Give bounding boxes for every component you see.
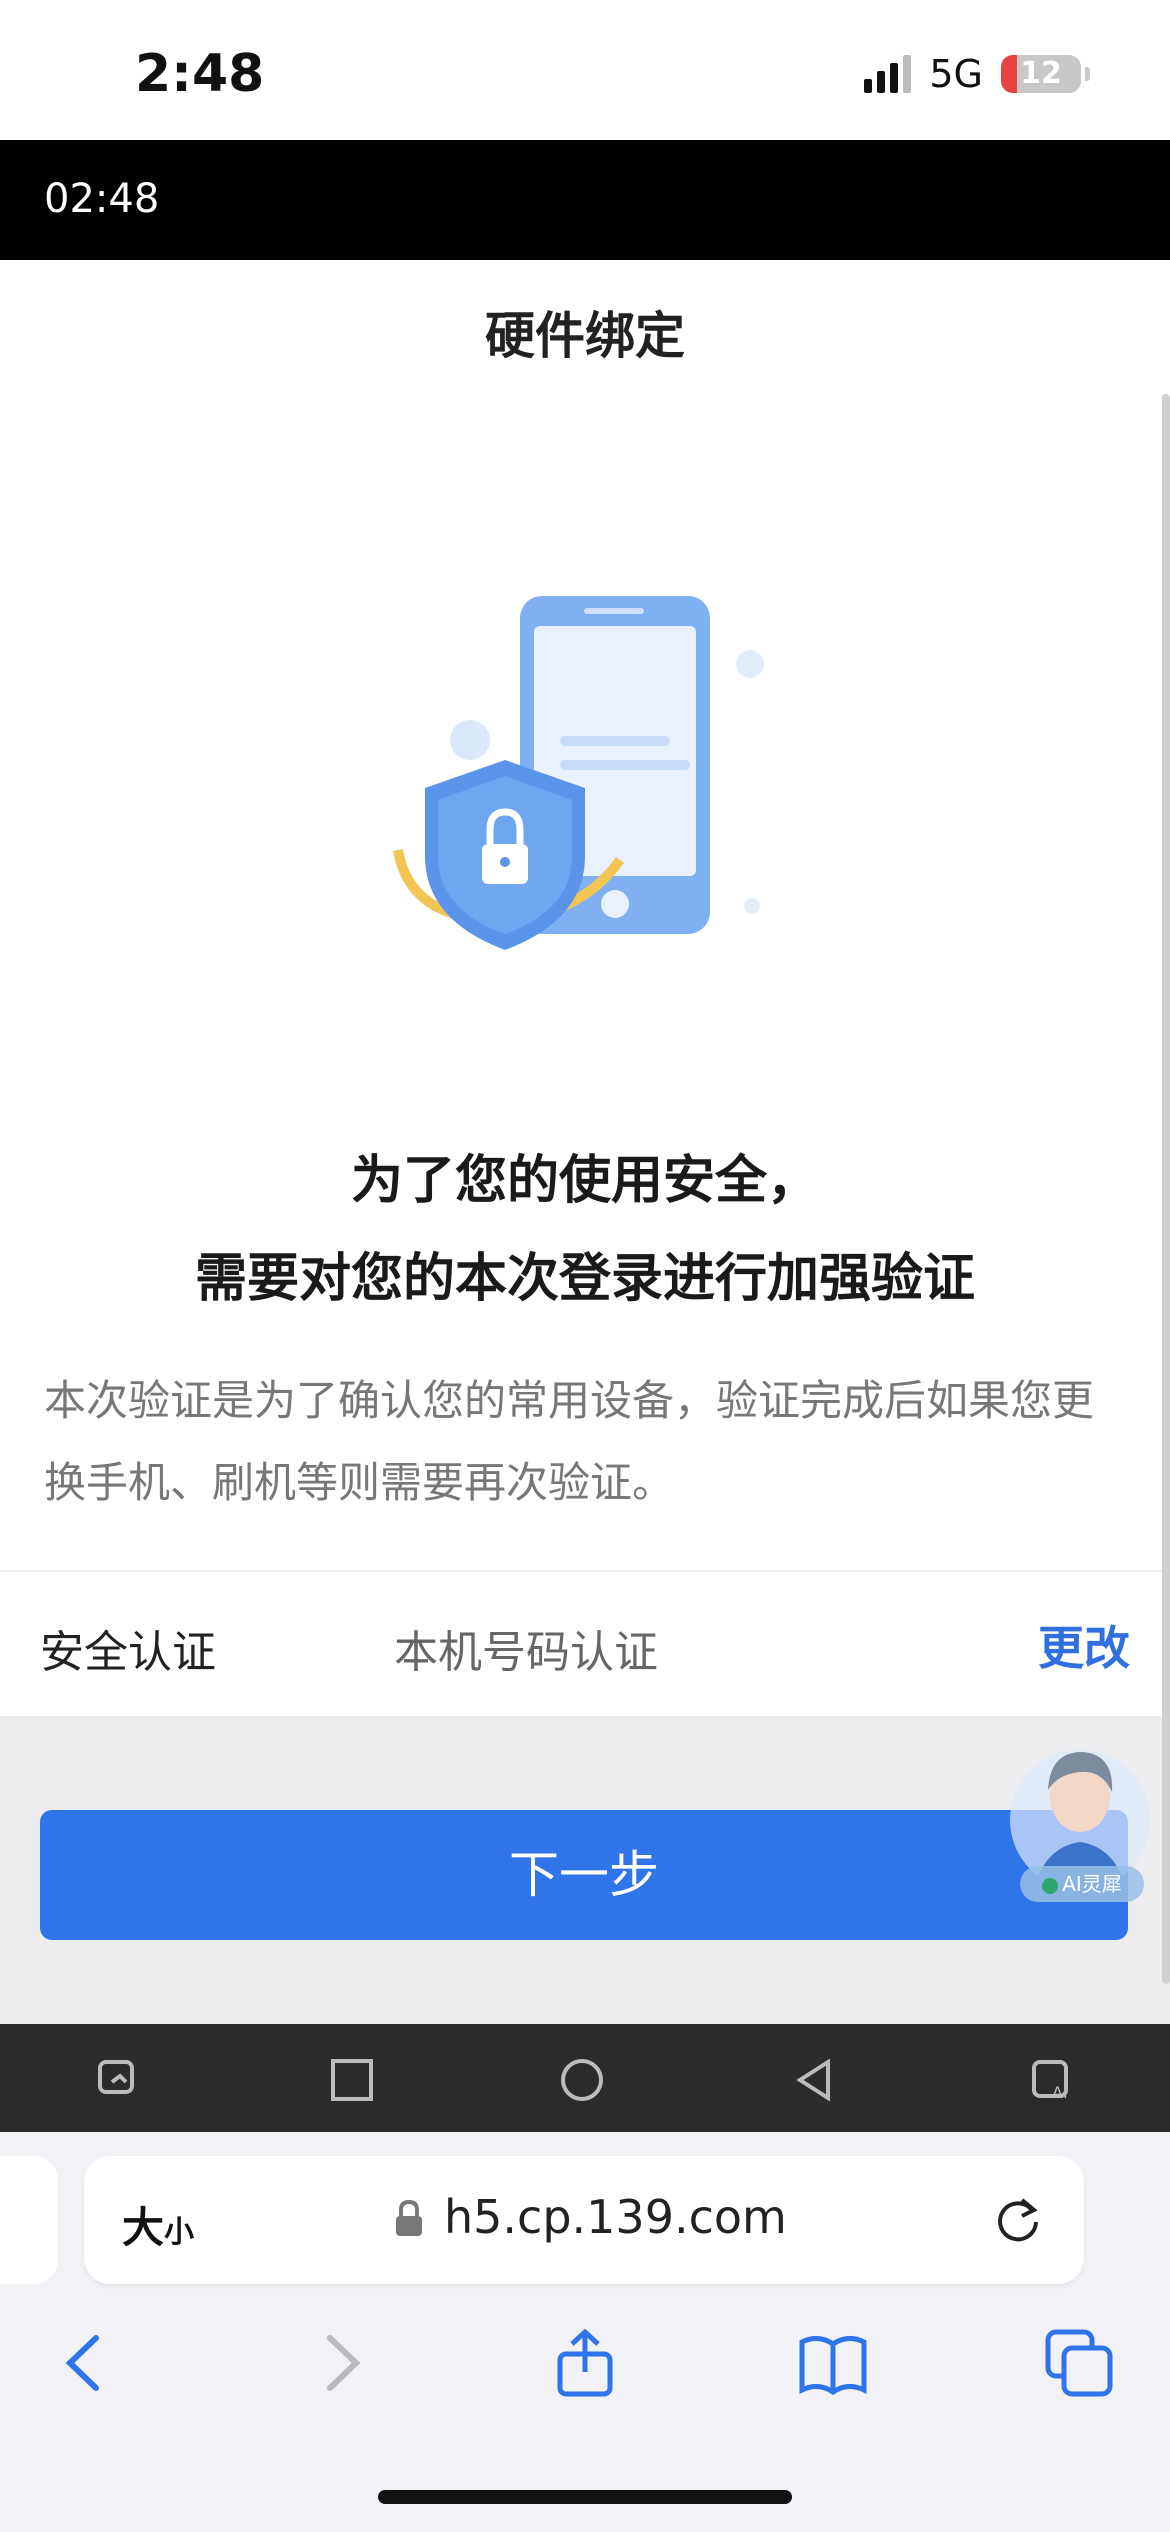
battery-level: 12 <box>1020 56 1062 91</box>
nav-bar: AI <box>0 2024 1170 2132</box>
bookmarks-icon[interactable] <box>798 2328 868 2398</box>
circle-icon[interactable] <box>560 2058 604 2102</box>
auth-label: 安全认证 <box>40 1627 216 1678</box>
forward-icon[interactable] <box>304 2328 374 2398</box>
overlay-time: 02:48 <box>44 176 160 222</box>
ai-icon[interactable]: AI <box>1030 2058 1074 2102</box>
back-icon[interactable] <box>52 2328 122 2398</box>
headline-line-1: 为了您的使用安全， <box>350 1151 819 1211</box>
text-size-button[interactable]: 大小 <box>122 2194 194 2255</box>
overlay-bar: 02:48 <box>0 140 1170 260</box>
lock-icon <box>396 2200 422 2236</box>
signal-icon <box>864 55 912 93</box>
divider <box>0 1570 1170 1572</box>
battery-tip <box>1085 67 1090 81</box>
scrollbar[interactable] <box>1162 394 1170 1984</box>
screenshot-icon[interactable] <box>96 2058 140 2102</box>
battery-icon: 12 <box>1001 55 1081 93</box>
previous-tab-preview[interactable] <box>0 2156 58 2284</box>
page-title: 硬件绑定 <box>485 307 685 365</box>
browser-toolbar: 大小 h5.cp.139.com <box>0 2132 1170 2532</box>
status-time: 2:48 <box>135 44 265 104</box>
square-icon[interactable] <box>330 2058 374 2102</box>
text-size-small: 小 <box>164 2215 195 2250</box>
ai-assistant-badge[interactable]: AI灵犀 <box>1020 1866 1144 1902</box>
ai-status-icon <box>1042 1877 1059 1894</box>
home-indicator <box>378 2490 792 2504</box>
share-icon[interactable] <box>550 2328 620 2398</box>
auth-method: 本机号码认证 <box>394 1627 658 1678</box>
reload-icon[interactable] <box>992 2194 1044 2246</box>
address-bar[interactable]: 大小 h5.cp.139.com <box>84 2156 1084 2284</box>
back-triangle-icon[interactable] <box>794 2058 838 2102</box>
next-button[interactable]: 下一步 <box>40 1810 1128 1940</box>
svg-text:AI: AI <box>1052 2083 1068 2102</box>
url-text[interactable]: h5.cp.139.com <box>444 2190 787 2244</box>
ai-badge-label: AI灵犀 <box>1062 1872 1122 1896</box>
status-bar: 2:48 5G 12 <box>0 0 1170 140</box>
tabs-icon[interactable] <box>1044 2328 1114 2398</box>
phone-shield-illustration <box>393 596 764 950</box>
description-text: 本次验证是为了确认您的常用设备，验证完成后如果您更换手机、刷机等则需要再次验证。 <box>44 1376 1095 1507</box>
network-type: 5G <box>929 52 983 96</box>
change-button[interactable]: 更改 <box>1038 1612 1130 1678</box>
status-indicators: 5G 12 <box>864 52 1090 96</box>
text-size-big: 大 <box>122 2203 165 2252</box>
headline-line-2: 需要对您的本次登录进行加强验证 <box>194 1249 975 1309</box>
